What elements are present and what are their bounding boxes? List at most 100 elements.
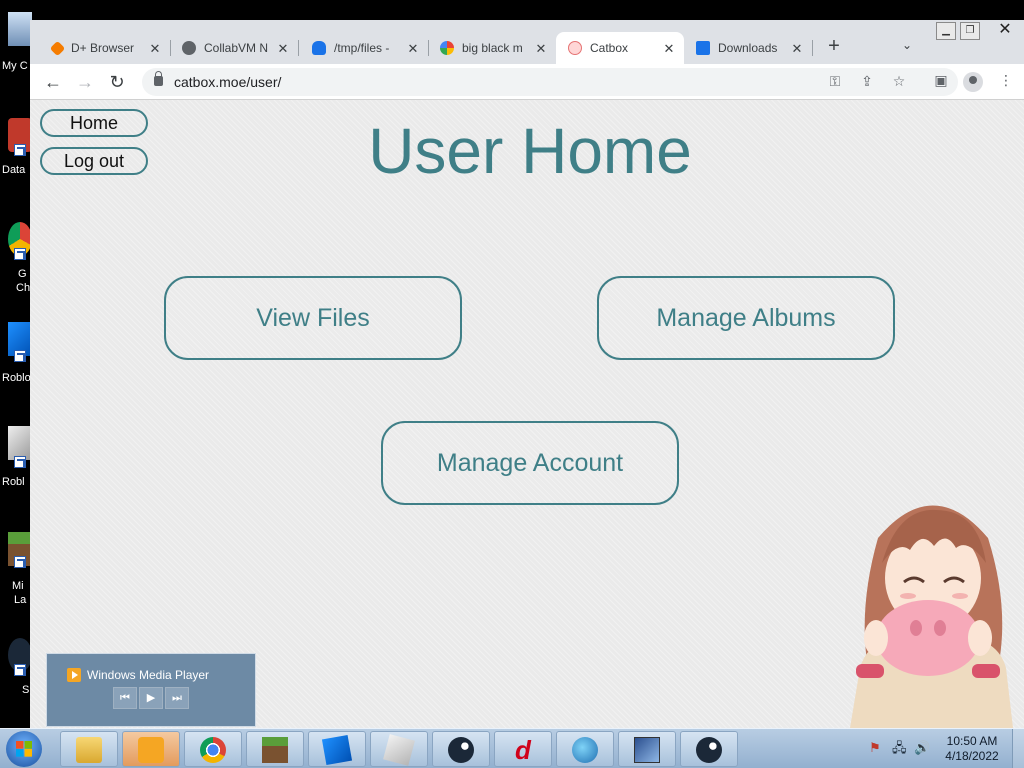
desktop-label: Mi: [12, 580, 24, 592]
chrome-icon: [200, 737, 226, 763]
shortcut-arrow-icon: [14, 248, 26, 260]
taskbar-steam[interactable]: [432, 731, 490, 767]
view-files-button[interactable]: View Files: [164, 276, 462, 360]
tab-separator: [298, 40, 299, 56]
taskbar-roblox[interactable]: [370, 731, 428, 767]
tab-collabvm[interactable]: CollabVM N ✕: [170, 32, 298, 64]
shortcut-arrow-icon: [14, 456, 26, 468]
roblox-icon: [383, 734, 415, 766]
network-icon[interactable]: 🖧: [892, 741, 907, 755]
tab-title: Downloads: [718, 41, 778, 55]
desktop-label: My C: [2, 60, 28, 72]
tab-title: D+ Browser: [71, 41, 135, 55]
close-tab-icon[interactable]: ✕: [276, 41, 290, 57]
system-clock[interactable]: 10:50 AM 4/18/2022: [936, 734, 1008, 764]
taskbar-display-settings[interactable]: [618, 731, 676, 767]
key-icon[interactable]: ⚿: [826, 73, 844, 90]
google-favicon-icon: [440, 41, 454, 55]
desktop-label: Data: [2, 164, 26, 176]
previous-track-button[interactable]: ⏮: [113, 687, 137, 709]
roblox-studio-icon: [321, 734, 353, 766]
next-track-button[interactable]: ⏭: [165, 687, 189, 709]
shortcut-arrow-icon: [14, 144, 26, 156]
media-player-icon: [138, 737, 164, 763]
tab-title: big black m: [462, 41, 523, 55]
taskbar-minecraft[interactable]: [246, 731, 304, 767]
taskbar-windows-media-player[interactable]: [122, 731, 180, 767]
tab-catbox[interactable]: Catbox ✕: [556, 32, 684, 64]
url-text[interactable]: catbox.moe/user/: [174, 74, 281, 90]
taskbar-d-plus-browser[interactable]: d: [494, 731, 552, 767]
tab-search-chevron-icon[interactable]: ⌄: [902, 38, 912, 52]
tab-strip: D+ Browser ✕ CollabVM N ✕ /tmp/files - ✕…: [30, 20, 1024, 64]
tab-title: CollabVM N: [204, 41, 268, 55]
mascot-illustration: [850, 505, 1013, 728]
close-tab-icon[interactable]: ✕: [148, 41, 162, 57]
tab-separator: [812, 40, 813, 56]
minimize-button[interactable]: ▁: [936, 22, 956, 40]
desktop-label: La: [14, 594, 27, 606]
page-content: Home Log out User Home View Files Manage…: [30, 100, 1024, 728]
bookmark-star-icon[interactable]: ☆: [890, 73, 908, 90]
start-button[interactable]: [6, 731, 42, 767]
tab-downloads[interactable]: Downloads ✕: [684, 32, 812, 64]
desktop-label: Roblo: [2, 372, 31, 384]
address-bar[interactable]: catbox.moe/user/ ⚿ ⇪ ☆: [142, 68, 958, 96]
restore-button[interactable]: ❐: [960, 22, 980, 40]
menu-kebab-icon[interactable]: ⋮: [996, 72, 1016, 89]
home-button[interactable]: Home: [40, 109, 148, 137]
new-tab-button[interactable]: +: [824, 36, 844, 56]
folder-icon: [76, 737, 102, 763]
desktop-label: Robl: [2, 476, 25, 488]
logout-button[interactable]: Log out: [40, 147, 148, 175]
manage-albums-button[interactable]: Manage Albums: [597, 276, 895, 360]
action-center-flag-icon[interactable]: ⚑: [868, 741, 882, 755]
clock-time: 10:50 AM: [946, 734, 998, 748]
volume-icon[interactable]: 🔊: [914, 741, 930, 755]
taskbar-file-explorer[interactable]: [60, 731, 118, 767]
tab-d-browser[interactable]: D+ Browser ✕: [40, 32, 170, 64]
forward-button[interactable]: →: [74, 71, 96, 93]
close-tab-icon[interactable]: ✕: [662, 41, 676, 57]
computer-icon[interactable]: [8, 12, 32, 46]
taskbar-roblox-studio[interactable]: [308, 731, 366, 767]
close-tab-icon[interactable]: ✕: [406, 41, 420, 57]
roblox-icon[interactable]: [8, 426, 32, 460]
close-tab-icon[interactable]: ✕: [534, 41, 548, 57]
manage-account-button[interactable]: Manage Account: [381, 421, 679, 505]
clock-date: 4/18/2022: [945, 749, 999, 763]
catbox-favicon-icon: [568, 41, 582, 55]
lock-icon[interactable]: [154, 71, 163, 86]
shortcut-arrow-icon: [14, 350, 26, 362]
share-icon[interactable]: ⇪: [858, 73, 876, 90]
back-button[interactable]: ←: [42, 71, 64, 93]
steam-icon: [448, 737, 474, 763]
profile-avatar-icon[interactable]: [963, 72, 983, 92]
reload-button[interactable]: ↻: [106, 71, 128, 93]
taskbar-d-plus-globe[interactable]: [556, 731, 614, 767]
wmp-icon: [67, 668, 81, 682]
d-plus-icon: d: [515, 735, 531, 765]
display-settings-icon: [634, 737, 660, 763]
tab-google-search[interactable]: big black m ✕: [428, 32, 556, 64]
desktop-label: Ch: [16, 282, 31, 294]
tab-tmp-files[interactable]: /tmp/files - ✕: [300, 32, 428, 64]
taskbar-steam-2[interactable]: [680, 731, 738, 767]
d-browser-favicon-icon: [49, 40, 66, 56]
steam-icon: [696, 737, 722, 763]
show-desktop-button[interactable]: [1012, 729, 1024, 768]
close-tab-icon[interactable]: ✕: [790, 41, 804, 57]
close-window-button[interactable]: ✕: [986, 20, 1024, 40]
globe-icon: [572, 737, 598, 763]
play-button[interactable]: ▶: [139, 687, 163, 709]
shortcut-arrow-icon: [14, 556, 26, 568]
browser-toolbar: ← → ↻ catbox.moe/user/ ⚿ ⇪ ☆ ▣ ⋮: [30, 64, 1024, 100]
wmp-thumbnail-preview[interactable]: Windows Media Player ⏮ ▶ ⏭: [46, 653, 256, 727]
tab-title: /tmp/files -: [334, 41, 390, 55]
taskbar-chrome[interactable]: [184, 731, 242, 767]
desktop-label: G: [18, 268, 27, 280]
shortcut-arrow-icon: [14, 664, 26, 676]
cloud-upload-favicon-icon: [312, 41, 326, 55]
side-panel-icon[interactable]: ▣: [931, 72, 951, 89]
globe-favicon-icon: [182, 41, 196, 55]
